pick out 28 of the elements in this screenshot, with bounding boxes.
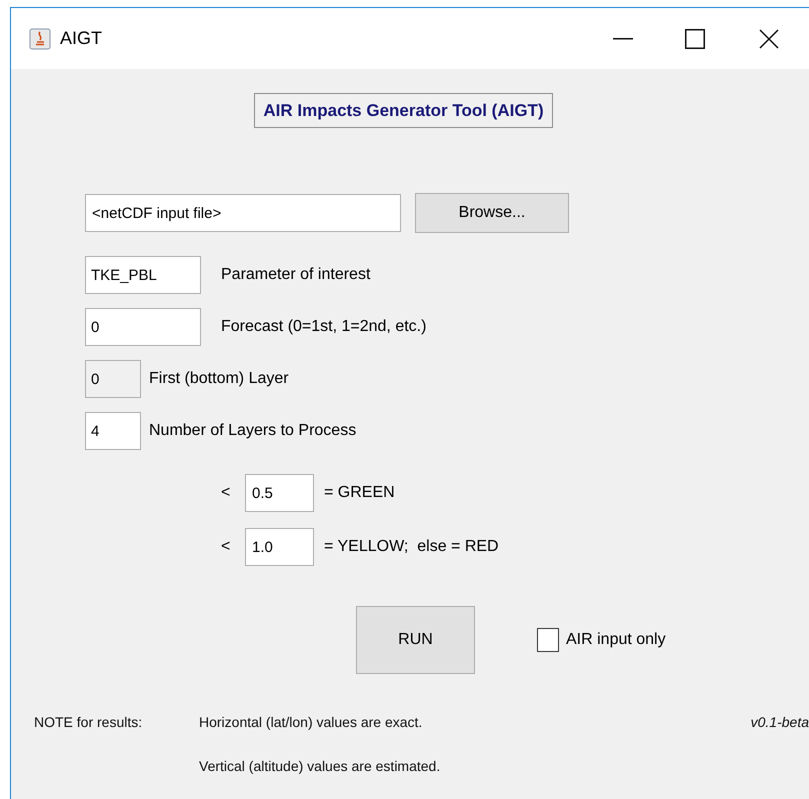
window-title: AIGT bbox=[60, 27, 102, 50]
browse-button[interactable]: Browse... bbox=[415, 193, 569, 233]
air-input-only-checkbox[interactable] bbox=[537, 628, 559, 652]
file-path-field[interactable]: <netCDF input file> bbox=[85, 194, 401, 232]
less-than-sign: < bbox=[221, 537, 232, 557]
minimize-icon[interactable] bbox=[613, 38, 633, 40]
run-button[interactable]: RUN bbox=[356, 606, 475, 674]
field-label: Parameter of interest bbox=[221, 265, 370, 285]
threshold-label: = YELLOW; else = RED bbox=[324, 537, 499, 557]
field-label: First (bottom) Layer bbox=[149, 369, 289, 389]
threshold-field[interactable]: 1.0 bbox=[245, 528, 314, 566]
note-text: Vertical (altitude) values are estimated. bbox=[199, 757, 440, 776]
text-field[interactable]: TKE_PBL bbox=[85, 256, 201, 294]
threshold-field[interactable]: 0.5 bbox=[245, 474, 314, 512]
field-label: Number of Layers to Process bbox=[149, 421, 356, 441]
threshold-label: = GREEN bbox=[324, 483, 395, 503]
text-field[interactable]: 4 bbox=[85, 412, 141, 450]
version-label: v0.1-beta bbox=[750, 713, 809, 732]
app-icon bbox=[29, 28, 51, 50]
less-than-sign: < bbox=[221, 483, 232, 503]
note-label: NOTE for results: bbox=[34, 713, 144, 732]
maximize-icon[interactable] bbox=[685, 28, 705, 48]
close-icon[interactable] bbox=[759, 28, 779, 48]
text-field[interactable]: 0 bbox=[85, 308, 201, 346]
field-label: Forecast (0=1st, 1=2nd, etc.) bbox=[221, 317, 426, 337]
app-heading: AIR Impacts Generator Tool (AIGT) bbox=[254, 93, 553, 128]
checkbox-label: AIR input only bbox=[566, 630, 666, 650]
note-text: Horizontal (lat/lon) values are exact. bbox=[199, 713, 424, 732]
